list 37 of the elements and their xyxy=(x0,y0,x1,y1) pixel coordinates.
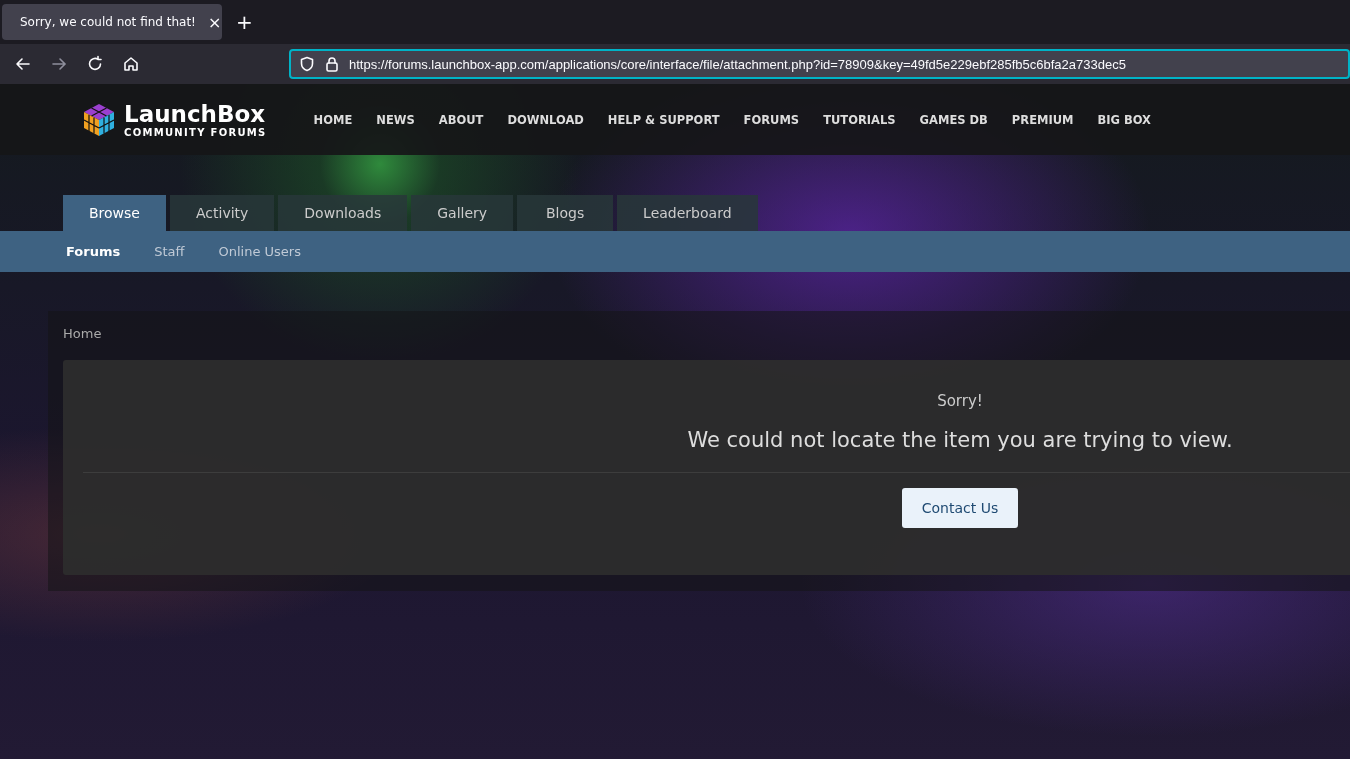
home-icon xyxy=(122,55,140,73)
nav-link[interactable]: TUTORIALS xyxy=(818,108,901,131)
logo-title: LaunchBox xyxy=(124,101,267,127)
forum-tab[interactable]: Activity xyxy=(170,195,275,231)
tab-title: Sorry, we could not find that! xyxy=(20,15,196,29)
nav-link[interactable]: HOME xyxy=(308,108,358,131)
nav-link[interactable]: HELP & SUPPORT xyxy=(602,108,725,131)
forum-tab[interactable]: Leaderboard xyxy=(617,195,758,231)
logo-subtitle: COMMUNITY FORUMS xyxy=(124,127,267,138)
nav-link[interactable]: BIG BOX xyxy=(1092,108,1156,131)
forum-tab[interactable]: Gallery xyxy=(411,195,514,231)
nav-link[interactable]: FORUMS xyxy=(738,108,805,131)
nav-link[interactable]: GAMES DB xyxy=(914,108,993,131)
url-text: https://forums.launchbox-app.com/applications/core/interface/file/attachment.php?id=78909&key=49fd5e229ebf285fb5c6bfa2a733dec5 xyxy=(349,56,1126,72)
shield-icon xyxy=(299,56,315,72)
cube-logo-icon xyxy=(82,101,116,138)
error-message: We could not locate the item you are trying to view. xyxy=(687,428,1233,452)
forum-tab[interactable]: Browse xyxy=(63,195,166,231)
nav-link[interactable]: ABOUT xyxy=(433,108,489,131)
subnav-link[interactable]: Forums xyxy=(66,244,121,259)
address-bar[interactable]: https://forums.launchbox-app.com/applications/core/interface/file/attachment.php?id=78909&key=49fd5e229ebf285fb5c6bfa2a733dec5 xyxy=(289,49,1350,79)
browser-tab[interactable]: Sorry, we could not find that! × xyxy=(2,4,222,40)
forum-tab[interactable]: Blogs xyxy=(517,195,614,231)
subnav-link[interactable]: Online Users xyxy=(218,244,301,259)
forward-icon xyxy=(50,55,68,73)
nav-link[interactable]: NEWS xyxy=(371,108,420,131)
nav-link[interactable]: PREMIUM xyxy=(1006,108,1079,131)
breadcrumb-link[interactable]: Home xyxy=(63,326,102,360)
forum-tab[interactable]: Downloads xyxy=(278,195,408,231)
lock-icon xyxy=(325,56,339,72)
nav-link[interactable]: DOWNLOAD xyxy=(502,108,589,131)
error-heading: Sorry! xyxy=(937,392,983,410)
back-icon xyxy=(14,55,32,73)
reload-icon xyxy=(86,55,104,73)
contact-button[interactable]: Contact Us xyxy=(901,488,1019,528)
new-tab-button[interactable]: + xyxy=(232,10,257,34)
subnav-link[interactable]: Staff xyxy=(154,244,185,259)
